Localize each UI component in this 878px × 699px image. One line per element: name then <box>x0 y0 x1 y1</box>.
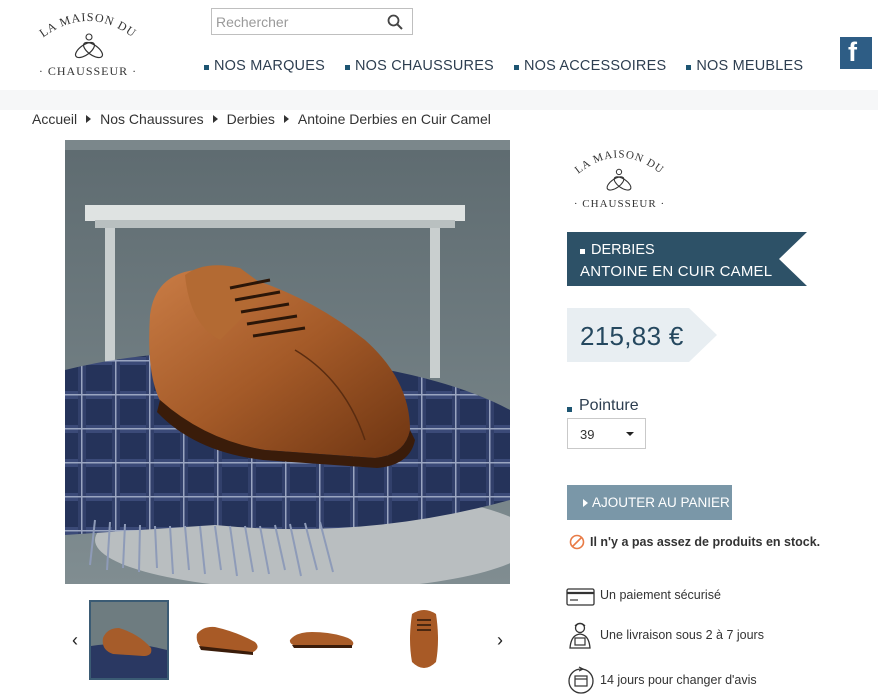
product-price: 215,83 € <box>580 321 684 351</box>
header-divider-band <box>0 90 878 110</box>
breadcrumb-arrow-icon <box>212 115 218 123</box>
feature-secure-payment: Un paiement sécurisé <box>566 580 721 610</box>
crossed-shoes-icon <box>606 168 632 191</box>
thumbnail-4-image <box>410 610 438 668</box>
facebook-letter: f <box>848 37 857 67</box>
shoe-photo-illustration <box>65 140 510 584</box>
site-logo[interactable]: LA MAISON DU · CHAUSSEUR · <box>34 8 142 82</box>
feature-returns: 14 jours pour changer d'avis <box>566 665 757 695</box>
breadcrumb-arrow-icon <box>283 115 289 123</box>
product-name: ANTOINE EN CUIR CAMEL <box>580 263 773 280</box>
search-input[interactable] <box>216 13 384 31</box>
delivery-person-icon <box>569 622 591 649</box>
brand-logo-bottom-text: · CHAUSSEUR · <box>573 198 666 210</box>
chevron-left-icon[interactable]: ‹ <box>67 630 83 650</box>
product-main-image[interactable] <box>65 140 510 584</box>
breadcrumb: Accueil Nos Chaussures Derbies Antoine D… <box>32 110 491 128</box>
size-select-value: 39 <box>580 427 595 442</box>
site-header: LA MAISON DU · CHAUSSEUR · NOS MARQUES N… <box>0 0 878 90</box>
product-category-label: DERBIES <box>591 242 655 258</box>
main-nav: NOS MARQUES NOS CHAUSSURES NOS ACCESSOIR… <box>204 56 823 76</box>
bullet-square-icon <box>513 64 519 70</box>
thumbnail-2[interactable] <box>189 600 269 680</box>
nav-item-brands[interactable]: NOS MARQUES <box>204 56 325 76</box>
size-label-text: Pointure <box>579 397 639 414</box>
nav-item-shoes[interactable]: NOS CHAUSSURES <box>344 56 494 76</box>
play-arrow-icon <box>583 498 588 507</box>
logo-bottom-text: · CHAUSSEUR · <box>38 64 138 78</box>
breadcrumb-derbies[interactable]: Derbies <box>227 111 275 127</box>
size-label: Pointure <box>567 397 639 415</box>
credit-card-icon <box>566 588 595 606</box>
thumbnail-2-image <box>196 626 258 655</box>
feature-label: Un paiement sécurisé <box>600 588 721 602</box>
thumbnail-3-image <box>289 632 354 648</box>
bullet-square-icon <box>344 64 350 70</box>
bullet-square-icon <box>686 64 692 70</box>
breadcrumb-shoes[interactable]: Nos Chaussures <box>100 111 204 127</box>
bullet-square-icon <box>580 248 585 254</box>
price-box: 215,83 € <box>567 308 727 362</box>
stock-warning-text: Il n'y a pas assez de produits en stock. <box>590 535 821 549</box>
add-to-cart-label: AJOUTER AU PANIER <box>592 495 730 510</box>
brand-logo[interactable]: LA MAISON DU · CHAUSSEUR · <box>572 145 667 213</box>
size-select[interactable]: 39 <box>567 418 646 449</box>
return-calendar-icon <box>568 666 594 694</box>
facebook-icon[interactable]: f <box>840 37 872 69</box>
search-icon[interactable] <box>386 13 404 31</box>
prohibited-icon <box>569 534 585 550</box>
thumbnail-3[interactable] <box>286 600 366 680</box>
feature-delivery: Une livraison sous 2 à 7 jours <box>566 620 764 650</box>
add-to-cart-button[interactable]: AJOUTER AU PANIER <box>567 485 732 520</box>
thumbnail-gallery: ‹ › <box>62 600 512 682</box>
bullet-square-icon <box>567 407 572 412</box>
crossed-shoes-icon <box>74 33 104 59</box>
thumbnail-1[interactable] <box>89 600 169 680</box>
nav-item-furniture[interactable]: NOS MEUBLES <box>686 56 803 76</box>
breadcrumb-home[interactable]: Accueil <box>32 111 77 127</box>
nav-item-accessories[interactable]: NOS ACCESSOIRES <box>513 56 667 76</box>
breadcrumb-arrow-icon <box>86 115 92 123</box>
feature-label: 14 jours pour changer d'avis <box>600 673 757 687</box>
thumbnail-1-image <box>91 602 167 678</box>
nav-label: NOS CHAUSSURES <box>354 58 494 74</box>
nav-label: NOS MEUBLES <box>696 58 804 74</box>
product-category: DERBIES <box>580 242 655 258</box>
thumbnail-4[interactable] <box>384 600 464 680</box>
nav-label: NOS ACCESSOIRES <box>523 58 667 74</box>
stock-warning: Il n'y a pas assez de produits en stock. <box>569 534 820 550</box>
bullet-square-icon <box>204 64 209 70</box>
search-box <box>211 8 413 35</box>
chevron-right-icon[interactable]: › <box>492 630 508 650</box>
caret-down-icon <box>626 432 634 436</box>
feature-label: Une livraison sous 2 à 7 jours <box>600 628 764 642</box>
product-title-ribbon: DERBIES ANTOINE EN CUIR CAMEL <box>567 232 807 286</box>
breadcrumb-current: Antoine Derbies en Cuir Camel <box>297 111 491 127</box>
nav-label: NOS MARQUES <box>214 58 325 74</box>
